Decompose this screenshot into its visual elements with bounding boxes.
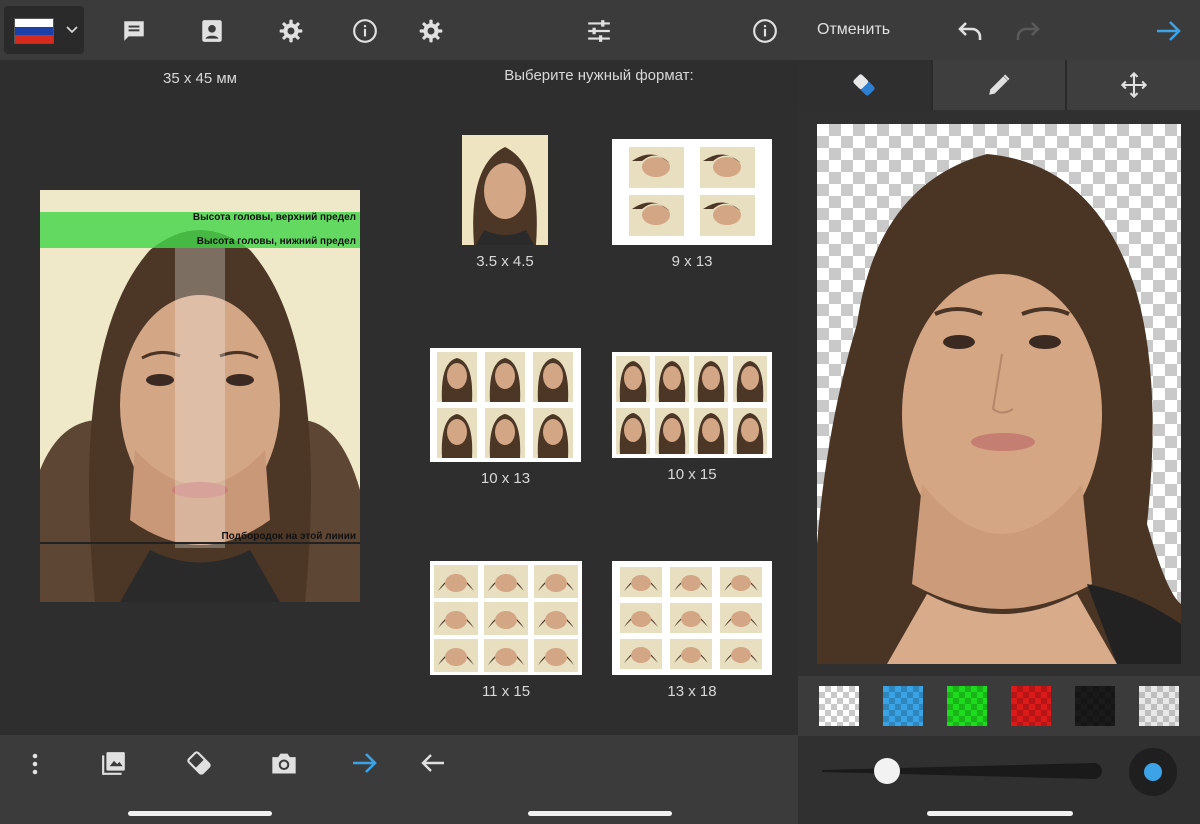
brush-dot (1144, 763, 1162, 781)
format-label: 9 x 13 (671, 253, 713, 270)
russia-flag-icon (14, 18, 54, 44)
format-thumbnail (462, 135, 548, 245)
edit-canvas[interactable] (817, 124, 1181, 664)
head-top-limit-label: Высота головы, верхний предел (192, 212, 356, 223)
swatch-red[interactable] (1011, 686, 1051, 726)
chevron-down-icon (62, 20, 82, 40)
pencil-icon (986, 72, 1012, 98)
eraser-icon[interactable] (183, 747, 215, 779)
undo-icon[interactable] (954, 14, 988, 48)
head-bottom-limit-label: Высота головы, нижний предел (196, 236, 356, 247)
cancel-button[interactable]: Отменить (817, 21, 890, 39)
move-icon (1120, 71, 1148, 99)
swatch-white[interactable] (1139, 686, 1179, 726)
info-icon[interactable] (348, 14, 382, 48)
format-thumbnail (430, 561, 582, 675)
format-thumbnail (430, 348, 581, 462)
top-toolbar (400, 0, 798, 60)
format-size-label: 35 x 45 мм (163, 70, 237, 87)
format-thumbnail (612, 352, 772, 458)
home-indicator (927, 811, 1073, 816)
gallery-icon[interactable] (98, 747, 130, 779)
slider-track (822, 763, 1102, 779)
cutout-portrait (817, 154, 1181, 664)
eraser-icon (850, 71, 878, 99)
format-option-9x13[interactable]: 9 x 13 (612, 139, 772, 270)
format-option-3-5x4-5[interactable]: 3.5 x 4.5 (462, 135, 548, 270)
top-toolbar: Отменить (798, 0, 1200, 60)
next-arrow-icon[interactable] (348, 747, 382, 779)
tool-tabs (798, 60, 1200, 110)
redo-icon[interactable] (1010, 14, 1044, 48)
format-label: 10 x 13 (480, 470, 531, 487)
portrait-photo: Высота головы, верхний предел Высота гол… (40, 190, 360, 602)
next-arrow-icon[interactable] (1152, 14, 1186, 48)
format-option-10x15[interactable]: 10 x 15 (612, 352, 772, 483)
format-thumbnail (612, 561, 772, 675)
tool-move[interactable] (1067, 60, 1200, 110)
tool-eraser[interactable] (798, 60, 931, 110)
back-arrow-icon[interactable] (416, 747, 450, 779)
format-label: 10 x 15 (667, 466, 717, 483)
background-color-swatches (798, 676, 1200, 736)
language-selector[interactable] (4, 6, 84, 54)
format-label: 13 x 18 (667, 683, 717, 700)
feedback-icon[interactable] (117, 14, 151, 48)
swatch-black[interactable] (1075, 686, 1115, 726)
format-thumbnail (612, 139, 772, 245)
info-icon[interactable] (748, 14, 782, 48)
background-edit-panel: Отменить (798, 0, 1200, 824)
format-option-10x13[interactable]: 10 x 13 (430, 348, 581, 487)
home-indicator (128, 811, 272, 816)
top-toolbar (0, 0, 400, 60)
gear-icon[interactable] (274, 14, 308, 48)
more-vert-icon[interactable] (22, 749, 48, 779)
photo-crop-panel: 35 x 45 мм Высота головы, верхний предел… (0, 0, 400, 824)
adjust-sliders-icon[interactable] (582, 14, 616, 48)
slider-thumb[interactable] (874, 758, 900, 784)
format-select-panel: Выберите нужный формат: 3.5 x 4.5 9 x 13 (400, 0, 798, 824)
swatch-blue[interactable] (883, 686, 923, 726)
format-option-13x18[interactable]: 13 x 18 (612, 561, 772, 700)
contact-icon[interactable] (195, 14, 229, 48)
brush-size-slider[interactable] (822, 758, 1102, 784)
camera-icon[interactable] (268, 747, 300, 779)
chin-line-label: Подбородок на этой линии (221, 531, 356, 542)
brush-preview (1129, 748, 1177, 796)
gear-icon[interactable] (414, 14, 448, 48)
format-heading: Выберите нужный формат: (504, 67, 694, 84)
swatch-green[interactable] (947, 686, 987, 726)
home-indicator (528, 811, 672, 816)
format-label: 11 x 15 (481, 683, 531, 700)
format-option-11x15[interactable]: 11 x 15 (430, 561, 582, 700)
tool-pencil[interactable] (932, 60, 1066, 110)
format-label: 3.5 x 4.5 (476, 253, 534, 270)
swatch-transparent[interactable] (819, 686, 859, 726)
